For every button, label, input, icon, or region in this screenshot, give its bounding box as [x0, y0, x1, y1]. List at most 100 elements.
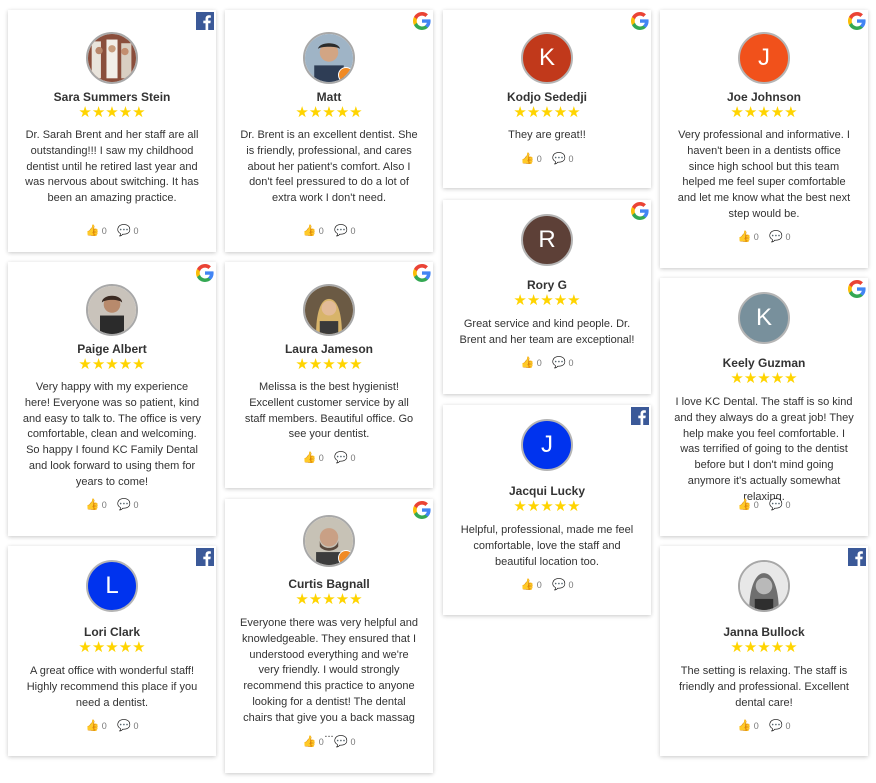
review-text: Very happy with my experience here! Ever… [22, 381, 202, 488]
google-icon[interactable] [631, 202, 649, 220]
avatar[interactable]: R [521, 214, 573, 266]
review-actions: 👍 0 💬 0 [443, 152, 651, 165]
comment-icon[interactable]: 💬 [769, 719, 783, 732]
star-rating: ★★★★★ [78, 356, 146, 373]
facebook-icon[interactable] [196, 548, 214, 566]
star-rating: ★★★★★ [78, 104, 146, 121]
thumbs-up-icon[interactable]: 👍 [738, 498, 752, 511]
local-guide-badge [338, 67, 353, 82]
google-icon[interactable] [848, 12, 866, 30]
avatar[interactable]: L [86, 560, 138, 612]
review-text: Helpful, professional, made me feel comf… [460, 524, 634, 568]
review-card: R Rory G ★★★★★ Great service and kind pe… [443, 200, 651, 394]
comment-count: 0 [350, 452, 356, 463]
thumbs-up-icon[interactable]: 👍 [86, 498, 100, 511]
avatar[interactable]: J [521, 419, 573, 471]
review-card: K Kodjo Sededji ★★★★★ They are great!! 👍… [443, 10, 651, 188]
avatar[interactable] [303, 284, 355, 336]
thumbs-up-icon[interactable]: 👍 [303, 735, 317, 748]
avatar[interactable]: K [738, 292, 790, 344]
review-card: Sara Summers Stein ★★★★★ Dr. Sarah Brent… [8, 10, 216, 252]
thumbs-up-icon[interactable]: 👍 [303, 451, 317, 464]
comment-icon[interactable]: 💬 [334, 224, 348, 237]
review-card: J Joe Johnson ★★★★★ Very professional an… [660, 10, 868, 268]
review-text: Dr. Sarah Brent and her staff are all ou… [25, 129, 199, 205]
avatar[interactable] [303, 515, 355, 567]
thumbs-up-icon[interactable]: 👍 [303, 224, 317, 237]
like-count: 0 [753, 720, 759, 731]
comment-count: 0 [568, 153, 574, 164]
reviewer-name: Sara Summers Stein [53, 90, 171, 104]
like-count: 0 [536, 153, 542, 164]
star-rating: ★★★★★ [730, 370, 798, 387]
like-count: 0 [101, 499, 107, 510]
star-rating: ★★★★★ [513, 292, 581, 309]
star-rating: ★★★★★ [295, 104, 363, 121]
reviewer-name: Rory G [526, 278, 567, 292]
review-text: Melissa is the best hygienist! Excellent… [244, 381, 414, 441]
reviewer-name: Laura Jameson [284, 342, 374, 356]
avatar[interactable] [738, 560, 790, 612]
review-card: Paige Albert ★★★★★ Very happy with my ex… [8, 262, 216, 536]
avatar[interactable]: K [521, 32, 573, 84]
comment-icon[interactable]: 💬 [117, 719, 131, 732]
like-count: 0 [536, 579, 542, 590]
avatar[interactable]: J [738, 32, 790, 84]
thumbs-up-icon[interactable]: 👍 [521, 578, 535, 591]
comment-count: 0 [568, 357, 574, 368]
comment-count: 0 [350, 225, 356, 236]
comment-icon[interactable]: 💬 [334, 451, 348, 464]
comment-icon[interactable]: 💬 [769, 498, 783, 511]
google-icon[interactable] [413, 12, 431, 30]
like-count: 0 [101, 225, 107, 236]
review-text: Everyone there was very helpful and know… [240, 617, 418, 740]
thumbs-up-icon[interactable]: 👍 [521, 356, 535, 369]
avatar[interactable] [303, 32, 355, 84]
star-rating: ★★★★★ [513, 498, 581, 515]
thumbs-up-icon[interactable]: 👍 [738, 719, 752, 732]
review-actions: 👍 0 💬 0 [660, 230, 868, 243]
comment-icon[interactable]: 💬 [117, 498, 131, 511]
google-icon[interactable] [413, 264, 431, 282]
google-icon[interactable] [413, 501, 431, 519]
comment-icon[interactable]: 💬 [117, 224, 131, 237]
thumbs-up-icon[interactable]: 👍 [86, 719, 100, 732]
comment-icon[interactable]: 💬 [552, 356, 566, 369]
star-rating: ★★★★★ [730, 639, 798, 656]
thumbs-up-icon[interactable]: 👍 [521, 152, 535, 165]
reviewer-name: Jacqui Lucky [508, 484, 586, 498]
review-actions: 👍 0 💬 0 [8, 224, 216, 237]
review-card: Janna Bullock ★★★★★ The setting is relax… [660, 546, 868, 756]
comment-icon[interactable]: 💬 [552, 578, 566, 591]
facebook-icon[interactable] [196, 12, 214, 30]
thumbs-up-icon[interactable]: 👍 [738, 230, 752, 243]
google-icon[interactable] [196, 264, 214, 282]
review-card: Laura Jameson ★★★★★ Melissa is the best … [225, 262, 433, 488]
comment-icon[interactable]: 💬 [552, 152, 566, 165]
comment-icon[interactable]: 💬 [334, 735, 348, 748]
facebook-icon[interactable] [631, 407, 649, 425]
reviewer-name: Matt [316, 90, 342, 104]
review-text: Dr. Brent is an excellent dentist. She i… [240, 129, 418, 205]
comment-count: 0 [568, 579, 574, 590]
review-card: K Keely Guzman ★★★★★ I love KC Dental. T… [660, 278, 868, 536]
review-card: Curtis Bagnall ★★★★★ Everyone there was … [225, 499, 433, 773]
like-count: 0 [753, 231, 759, 242]
avatar[interactable] [86, 32, 138, 84]
thumbs-up-icon[interactable]: 👍 [86, 224, 100, 237]
like-count: 0 [536, 357, 542, 368]
star-rating: ★★★★★ [730, 104, 798, 121]
facebook-icon[interactable] [848, 548, 866, 566]
comment-count: 0 [350, 736, 356, 747]
google-icon[interactable] [848, 280, 866, 298]
google-icon[interactable] [631, 12, 649, 30]
star-rating: ★★★★★ [78, 639, 146, 656]
comment-icon[interactable]: 💬 [769, 230, 783, 243]
review-text: They are great!! [508, 129, 586, 141]
comment-count: 0 [785, 720, 791, 731]
review-actions: 👍 0 💬 0 [225, 735, 433, 748]
reviewer-name: Keely Guzman [722, 356, 806, 370]
review-actions: 👍 0 💬 0 [225, 451, 433, 464]
review-text: Very professional and informative. I hav… [677, 129, 851, 220]
avatar[interactable] [86, 284, 138, 336]
